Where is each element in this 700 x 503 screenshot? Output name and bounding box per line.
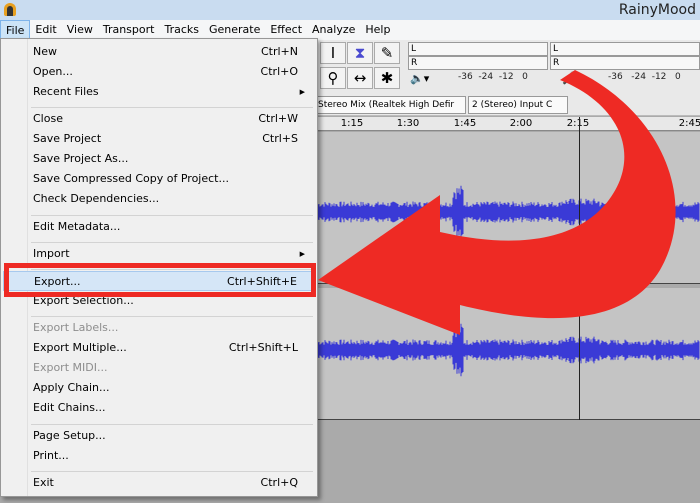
annotation-arrow [318, 70, 676, 335]
red-arrow-icon [318, 70, 676, 335]
